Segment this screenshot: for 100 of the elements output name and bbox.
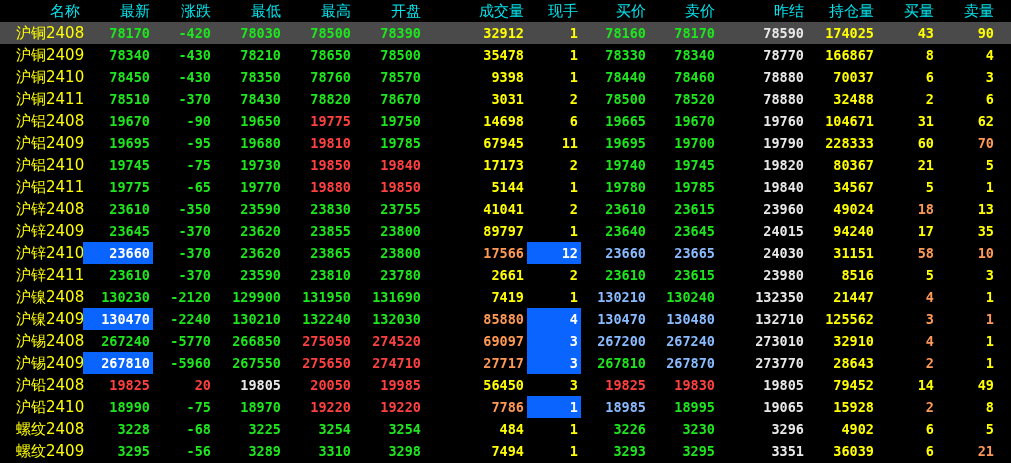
table-cell: 3	[569, 333, 578, 349]
table-cell: 3225	[248, 421, 281, 437]
quote-row[interactable]: 沪锡2409 267810 -5960 267550 275650 274710 27717 3 267810 267870 273770 28643 2 1	[0, 352, 1011, 374]
table-cell: 49024	[833, 201, 874, 217]
table-cell: 6	[925, 69, 934, 85]
table-cell: 267200	[597, 333, 646, 349]
quote-row[interactable]: 沪铝2408 19670 -90 19650 19775 19750 14698 6 19665 19670 19760 104671 31 62	[0, 110, 1011, 132]
table-cell: 78880	[763, 69, 804, 85]
quote-row[interactable]: 沪锌2411 23610 -370 23590 23810 23780 2661 2 23610 23615 23980 8516 5 3	[0, 264, 1011, 286]
table-cell: 3295	[682, 443, 715, 459]
table-cell: 23660	[109, 245, 150, 261]
column-header[interactable]: 卖价	[649, 0, 718, 22]
table-cell: 24030	[763, 245, 804, 261]
table-cell: 19670	[109, 113, 150, 129]
table-cell: 23660	[605, 245, 646, 261]
table-cell: 8	[985, 399, 994, 415]
table-cell: 19695	[109, 135, 150, 151]
table-cell: 125562	[825, 311, 874, 327]
table-cell: 78570	[380, 69, 421, 85]
table-cell: 1	[569, 25, 578, 41]
column-header[interactable]: 持仓量	[807, 0, 877, 22]
column-header[interactable]: 最高	[284, 0, 354, 22]
table-cell: 19805	[240, 377, 281, 393]
quote-row[interactable]: 螺纹2409 3295 -56 3289 3310 3298 7494 1 3293 3295 3351 36039 6 21	[0, 440, 1011, 462]
table-cell: -370	[178, 245, 211, 261]
table-cell: 19770	[240, 179, 281, 195]
column-header[interactable]: 成交量	[424, 0, 527, 22]
table-cell: 78340	[674, 47, 715, 63]
column-header[interactable]: 卖量	[937, 0, 997, 22]
table-cell: 4902	[841, 421, 874, 437]
table-cell: 130210	[232, 311, 281, 327]
table-cell: 19810	[310, 135, 351, 151]
quote-row[interactable]: 沪铝2411 19775 -65 19770 19880 19850 5144 1 19780 19785 19840 34567 5 1	[0, 176, 1011, 198]
table-cell: 132030	[372, 311, 421, 327]
column-header[interactable]: 昨结	[718, 0, 807, 22]
quote-row[interactable]: 沪铜2411 78510 -370 78430 78820 78670 3031 2 78500 78520 78880 32488 2 6	[0, 88, 1011, 110]
table-cell: 19745	[109, 157, 150, 173]
quote-row[interactable]: 沪锌2408 23610 -350 23590 23830 23755 41041 2 23610 23615 23960 49024 18 13	[0, 198, 1011, 220]
table-cell: 78500	[380, 47, 421, 63]
table-cell: 132240	[302, 311, 351, 327]
column-header[interactable]: 买价	[581, 0, 649, 22]
table-cell: 78500	[310, 25, 351, 41]
table-cell: 78820	[310, 91, 351, 107]
table-cell: 23755	[380, 201, 421, 217]
table-cell: 19825	[109, 377, 150, 393]
quote-row[interactable]: 沪铜2409 78340 -430 78210 78650 78500 35478 1 78330 78340 78770 166867 8 4	[0, 44, 1011, 66]
table-cell: 2	[925, 399, 934, 415]
quote-row[interactable]: 沪铝2409 19695 -95 19680 19810 19785 67945 11 19695 19700 19790 228333 60 70	[0, 132, 1011, 154]
column-header[interactable]: 最新	[83, 0, 153, 22]
table-cell: 58	[917, 245, 934, 261]
table-cell: 78520	[674, 91, 715, 107]
quote-row[interactable]: 沪铅2408 19825 20 19805 20050 19985 56450 3 19825 19830 19805 79452 14 49	[0, 374, 1011, 396]
quote-row[interactable]: 沪镍2409 130470 -2240 130210 132240 132030 85880 4 130470 130480 132710 125562 3 1	[0, 308, 1011, 330]
table-cell: 78500	[605, 91, 646, 107]
table-cell: -75	[186, 157, 211, 173]
column-header[interactable]: 现手	[527, 0, 581, 22]
contract-name: 沪铅2408	[16, 377, 85, 393]
table-cell: 131690	[372, 289, 421, 305]
column-header[interactable]: 买量	[877, 0, 937, 22]
table-cell: 23620	[240, 223, 281, 239]
table-cell: 3289	[248, 443, 281, 459]
table-cell: 19650	[240, 113, 281, 129]
quote-row[interactable]: 沪锌2410 23660 -370 23620 23865 23800 17566 12 23660 23665 24030 31151 58 10	[0, 242, 1011, 264]
column-header[interactable]: 开盘	[354, 0, 424, 22]
table-cell: -56	[186, 443, 211, 459]
column-header[interactable]: 涨跌	[153, 0, 214, 22]
table-cell: 94240	[833, 223, 874, 239]
table-cell: 23665	[674, 245, 715, 261]
table-cell: 78430	[240, 91, 281, 107]
table-cell: 78170	[674, 25, 715, 41]
table-cell: -370	[178, 267, 211, 283]
table-cell: -2240	[170, 311, 211, 327]
table-cell: 6	[925, 421, 934, 437]
table-cell: 1	[985, 355, 994, 371]
quote-row[interactable]: 螺纹2408 3228 -68 3225 3254 3254 484 1 3226 3230 3296 4902 6 5	[0, 418, 1011, 440]
quote-row[interactable]: 沪铜2408 78170 -420 78030 78500 78390 32912 1 78160 78170 78590 174025 43 90	[0, 22, 1011, 44]
quote-row[interactable]: 沪铅2410 18990 -75 18970 19220 19220 7786 1 18985 18995 19065 15928 2 8	[0, 396, 1011, 418]
quote-row[interactable]: 沪锡2408 267240 -5770 266850 275050 274520 69097 3 267200 267240 273010 32910 4 1	[0, 330, 1011, 352]
quote-row[interactable]: 沪铜2410 78450 -430 78350 78760 78570 9398 1 78440 78460 78880 70037 6 3	[0, 66, 1011, 88]
table-cell: 19665	[605, 113, 646, 129]
table-cell: 78460	[674, 69, 715, 85]
table-cell: 130470	[597, 311, 646, 327]
column-header[interactable]: 名称	[0, 0, 83, 22]
table-cell: 20050	[310, 377, 351, 393]
quote-row[interactable]: 沪铝2410 19745 -75 19730 19850 19840 17173 2 19740 19745 19820 80367 21 5	[0, 154, 1011, 176]
table-cell: 78210	[240, 47, 281, 63]
table-cell: 19695	[605, 135, 646, 151]
table-cell: 15928	[833, 399, 874, 415]
table-cell: 23780	[380, 267, 421, 283]
table-cell: 130480	[666, 311, 715, 327]
table-cell: 62	[977, 113, 994, 129]
quote-row[interactable]: 沪锌2409 23645 -370 23620 23855 23800 89797 1 23640 23645 24015 94240 17 35	[0, 220, 1011, 242]
table-cell: 3228	[117, 421, 150, 437]
table-cell: 132350	[755, 289, 804, 305]
table-cell: 78450	[109, 69, 150, 85]
table-cell: 10	[977, 245, 994, 261]
table-cell: 130240	[666, 289, 715, 305]
quote-row[interactable]: 沪镍2408 130230 -2120 129900 131950 131690 7419 1 130210 130240 132350 21447 4 1	[0, 286, 1011, 308]
contract-name: 沪铝2410	[16, 157, 85, 173]
column-header[interactable]: 最低	[214, 0, 284, 22]
